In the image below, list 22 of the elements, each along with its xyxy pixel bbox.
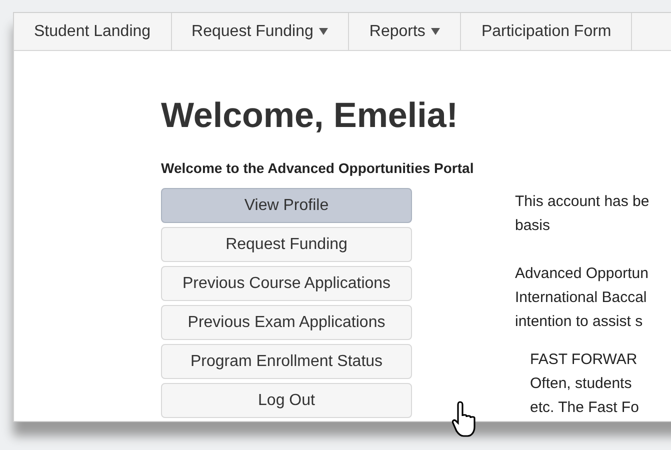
nav-tab[interactable]: Participation Form xyxy=(461,13,632,50)
menu-button[interactable]: Log Out xyxy=(161,383,412,418)
body-text-line: International Baccal xyxy=(515,288,648,308)
welcome-heading: Welcome, Emelia! xyxy=(161,96,459,136)
body-text-line: FAST FORWAR xyxy=(530,350,638,370)
caret-icon xyxy=(431,28,440,35)
body-text-line: basis xyxy=(515,216,552,236)
body-text-line: Advanced Opportun xyxy=(515,264,650,284)
nav-tab[interactable]: Request Funding xyxy=(172,13,350,50)
body-text-line: intention to assist s xyxy=(515,312,644,332)
menu-button[interactable]: View Profile xyxy=(161,188,412,223)
body-text-line: This account has be xyxy=(515,192,650,212)
nav-tab[interactable]: Student Landing xyxy=(14,13,172,50)
menu-button[interactable]: Previous Course Applications xyxy=(161,266,412,301)
menu-button[interactable]: Previous Exam Applications xyxy=(161,305,412,340)
nav-tab[interactable]: Reports xyxy=(349,13,462,50)
body-text-line: etc. The Fast Fo xyxy=(530,398,640,418)
body-text-line: Often, students xyxy=(530,374,633,394)
menu-button[interactable]: Program Enrollment Status xyxy=(161,344,412,379)
portal-subtitle: Welcome to the Advanced Opportunities Portal xyxy=(161,159,475,178)
menu-button[interactable]: Request Funding xyxy=(161,227,412,262)
caret-icon xyxy=(319,28,328,35)
